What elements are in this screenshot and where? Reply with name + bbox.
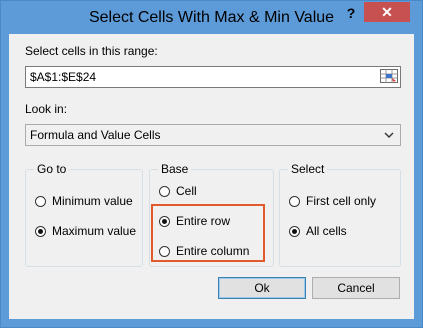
look-in-value: Formula and Value Cells xyxy=(30,128,161,142)
close-button[interactable]: ✕ xyxy=(364,2,410,22)
goto-group-title: Go to xyxy=(34,162,70,176)
radio-label: First cell only xyxy=(306,194,377,208)
goto-group: Go to Minimum value Maximum value xyxy=(25,162,143,267)
radio-all-cells[interactable]: All cells xyxy=(289,224,347,238)
base-group-title: Base xyxy=(158,162,192,176)
radio-maximum-value[interactable]: Maximum value xyxy=(35,224,136,238)
radio-cell[interactable]: Cell xyxy=(159,184,197,198)
radio-indicator-checked xyxy=(289,225,300,237)
ok-button[interactable]: Ok xyxy=(218,277,306,299)
help-button[interactable]: ? xyxy=(341,4,361,22)
select-group: Select First cell only All cells xyxy=(279,162,401,267)
highlight-box xyxy=(151,204,265,262)
radio-indicator-checked xyxy=(35,225,46,237)
range-label: Select cells in this range: xyxy=(25,44,158,58)
radio-label: Cell xyxy=(176,184,197,198)
radio-indicator xyxy=(35,195,46,207)
radio-indicator xyxy=(289,195,300,207)
range-picker-icon[interactable] xyxy=(380,69,398,83)
dialog-body: Select cells in this range: $A$1:$E$24 L… xyxy=(9,34,414,319)
radio-indicator xyxy=(159,185,170,197)
chevron-down-icon xyxy=(384,129,394,139)
radio-first-cell-only[interactable]: First cell only xyxy=(289,194,376,208)
radio-minimum-value[interactable]: Minimum value xyxy=(35,194,133,208)
range-input[interactable]: $A$1:$E$24 xyxy=(25,66,401,88)
select-group-title: Select xyxy=(288,162,328,176)
look-in-label: Look in: xyxy=(25,102,68,116)
title-bar[interactable]: Select Cells With Max & Min Value ? ✕ xyxy=(1,1,422,34)
dialog-window: Select Cells With Max & Min Value ? ✕ Se… xyxy=(0,0,423,328)
look-in-select[interactable]: Formula and Value Cells xyxy=(25,124,401,146)
radio-label: Maximum value xyxy=(52,224,137,238)
cancel-button[interactable]: Cancel xyxy=(312,277,400,299)
range-value: $A$1:$E$24 xyxy=(30,70,97,84)
radio-label: Minimum value xyxy=(52,194,133,208)
radio-label: All cells xyxy=(306,224,347,238)
